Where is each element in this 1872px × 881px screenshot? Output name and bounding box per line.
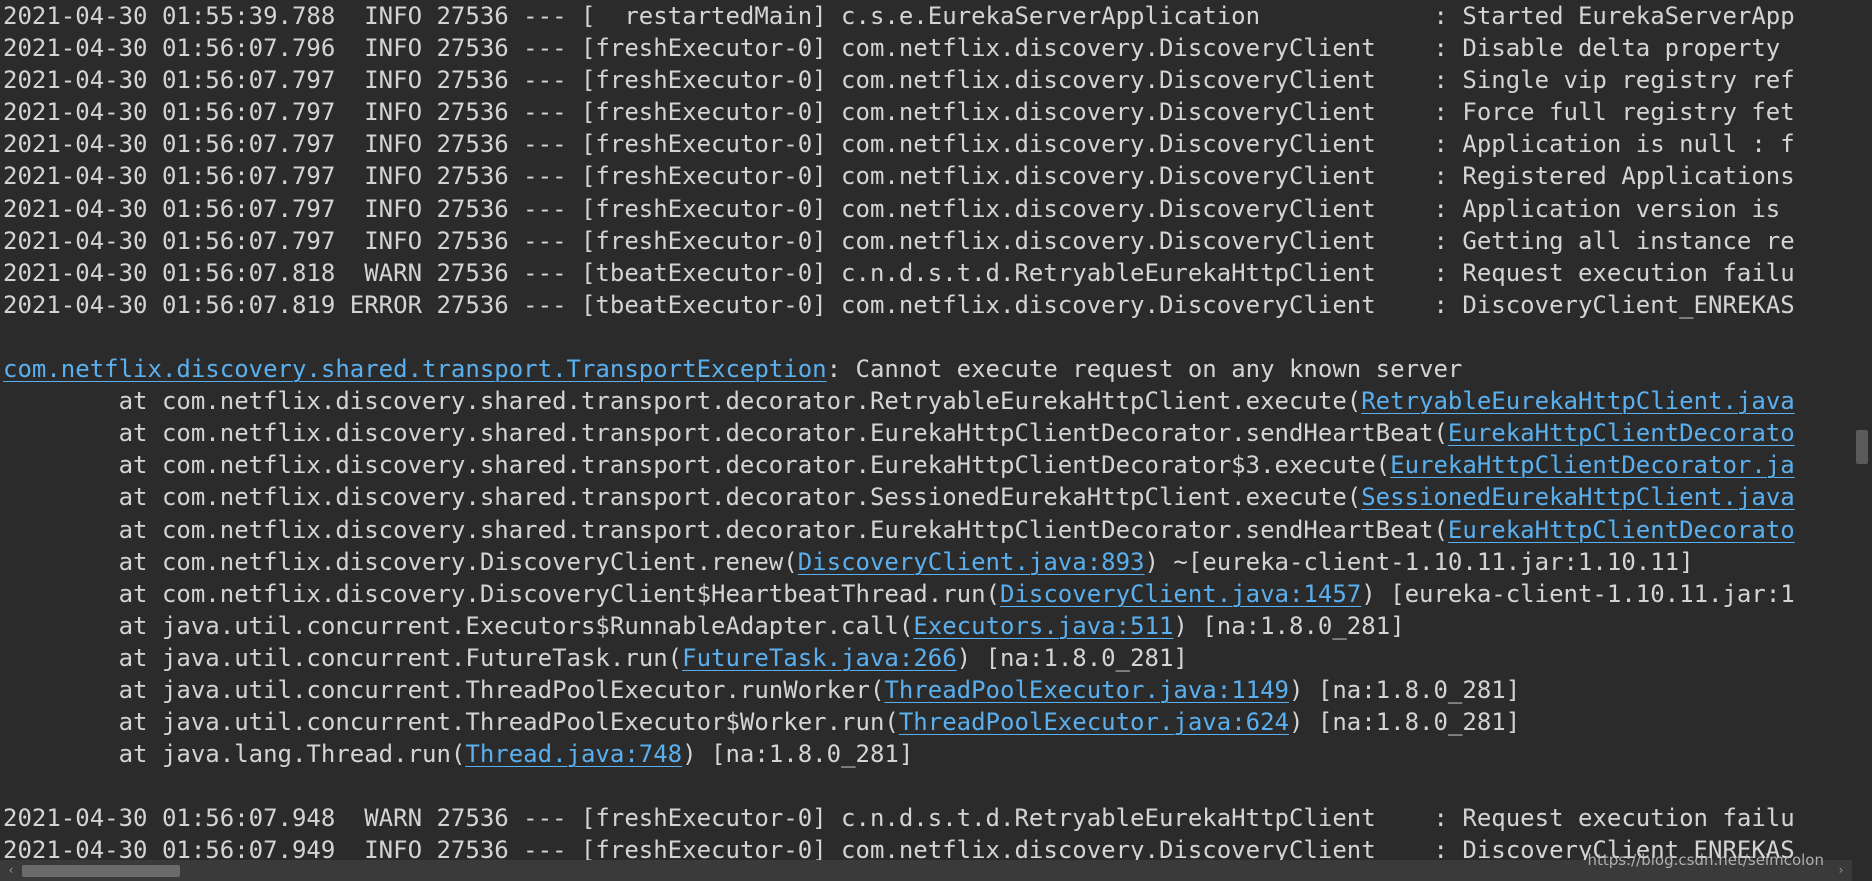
log-line: 2021-04-30 01:56:07.948 WARN 27536 --- […: [3, 802, 1795, 834]
log-line: 2021-04-30 01:56:07.796 INFO 27536 --- […: [3, 32, 1795, 64]
log-text: at java.util.concurrent.FutureTask.run(: [3, 643, 683, 672]
log-text: at java.util.concurrent.ThreadPoolExecut…: [3, 675, 885, 704]
log-line: 2021-04-30 01:56:07.818 WARN 27536 --- […: [3, 257, 1795, 289]
log-text: 2021-04-30 01:56:07.949 INFO 27536 --- […: [3, 836, 1795, 860]
log-text: 2021-04-30 01:56:07.797 INFO 27536 --- […: [3, 162, 1795, 191]
vertical-scrollbar[interactable]: [1852, 0, 1872, 860]
log-line: 2021-04-30 01:56:07.949 INFO 27536 --- […: [3, 834, 1795, 860]
log-text: ) [eureka-client-1.10.11.jar:1: [1361, 579, 1795, 608]
scrollbar-corner: [1852, 860, 1872, 881]
scroll-left-icon[interactable]: ‹: [2, 862, 20, 879]
log-text: ) [na:1.8.0_281]: [1288, 675, 1521, 704]
log-line: at java.util.concurrent.ThreadPoolExecut…: [3, 706, 1795, 738]
source-link[interactable]: ThreadPoolExecutor.java:1149: [884, 676, 1289, 704]
log-line: at com.netflix.discovery.shared.transpor…: [3, 514, 1795, 546]
log-text: ) [na:1.8.0_281]: [956, 643, 1188, 672]
log-line: at com.netflix.discovery.DiscoveryClient…: [3, 546, 1795, 578]
source-link[interactable]: DiscoveryClient.java:893: [798, 548, 1145, 576]
horizontal-scrollbar-thumb[interactable]: [22, 865, 180, 877]
log-text: 2021-04-30 01:56:07.948 WARN 27536 --- […: [3, 804, 1795, 833]
log-text: 2021-04-30 01:56:07.796 INFO 27536 --- […: [3, 34, 1781, 63]
source-link[interactable]: ThreadPoolExecutor.java:624: [899, 708, 1289, 736]
source-link[interactable]: EurekaHttpClientDecorato: [1448, 516, 1795, 544]
log-line: at com.netflix.discovery.shared.transpor…: [3, 481, 1795, 513]
log-text: 2021-04-30 01:56:07.797 INFO 27536 --- […: [3, 130, 1795, 159]
source-link[interactable]: DiscoveryClient.java:1457: [1000, 580, 1361, 608]
log-text: ) [na:1.8.0_281]: [1173, 611, 1405, 640]
log-text: at com.netflix.discovery.shared.transpor…: [3, 483, 1362, 512]
log-text: 2021-04-30 01:56:07.818 WARN 27536 --- […: [3, 258, 1795, 287]
log-line: 2021-04-30 01:56:07.797 INFO 27536 --- […: [3, 225, 1795, 257]
source-link[interactable]: FutureTask.java:266: [682, 644, 957, 672]
log-text: at com.netflix.discovery.DiscoveryClient…: [3, 579, 1000, 608]
log-text: 2021-04-30 01:56:07.797 INFO 27536 --- […: [3, 98, 1795, 127]
log-text: at java.util.concurrent.ThreadPoolExecut…: [3, 708, 899, 737]
log-text: 2021-04-30 01:56:07.819 ERROR 27536 --- …: [3, 290, 1795, 319]
log-line: at com.netflix.discovery.shared.transpor…: [3, 385, 1795, 417]
log-line: at com.netflix.discovery.shared.transpor…: [3, 449, 1795, 481]
log-text: at com.netflix.discovery.DiscoveryClient…: [3, 547, 798, 576]
log-text: 2021-04-30 01:56:07.797 INFO 27536 --- […: [3, 226, 1795, 255]
log-text: ) [na:1.8.0_281]: [1289, 708, 1521, 737]
source-link[interactable]: com.netflix.discovery.shared.transport.T…: [3, 355, 827, 383]
log-text: 2021-04-30 01:56:07.797 INFO 27536 --- […: [3, 194, 1781, 223]
vertical-scrollbar-thumb[interactable]: [1856, 430, 1868, 464]
log-line: at java.util.concurrent.Executors$Runnab…: [3, 610, 1795, 642]
log-text: ) ~[eureka-client-1.10.11.jar:1.10.11]: [1144, 547, 1694, 576]
log-line: 2021-04-30 01:56:07.797 INFO 27536 --- […: [3, 96, 1795, 128]
log-line: at java.lang.Thread.run(Thread.java:748)…: [3, 738, 1795, 770]
watermark: https://blog.csdn.net/seimcolon: [1587, 851, 1824, 869]
log-text: ) [na:1.8.0_281]: [682, 740, 914, 769]
scroll-right-icon[interactable]: ›: [1832, 862, 1850, 879]
log-line: 2021-04-30 01:56:07.819 ERROR 27536 --- …: [3, 289, 1795, 321]
horizontal-scrollbar[interactable]: ‹ ›: [0, 860, 1852, 881]
console-output[interactable]: 2021-04-30 01:55:39.788 INFO 27536 --- […: [0, 0, 1852, 860]
log-text: at com.netflix.discovery.shared.transpor…: [3, 515, 1448, 544]
log-line: 2021-04-30 01:55:39.788 INFO 27536 --- […: [3, 0, 1795, 32]
source-link[interactable]: EurekaHttpClientDecorato: [1448, 419, 1795, 447]
log-line: at com.netflix.discovery.shared.transpor…: [3, 417, 1795, 449]
log-text: at com.netflix.discovery.shared.transpor…: [3, 387, 1362, 416]
log-text: at java.util.concurrent.Executors$Runnab…: [3, 611, 914, 640]
log-line: at java.util.concurrent.FutureTask.run(F…: [3, 642, 1795, 674]
log-line: at java.util.concurrent.ThreadPoolExecut…: [3, 674, 1795, 706]
log-text: 2021-04-30 01:55:39.788 INFO 27536 --- […: [3, 2, 1795, 30]
source-link[interactable]: SessionedEurekaHttpClient.java: [1361, 483, 1794, 511]
log-line: 2021-04-30 01:56:07.797 INFO 27536 --- […: [3, 128, 1795, 160]
source-link[interactable]: EurekaHttpClientDecorator.ja: [1390, 451, 1795, 479]
source-link[interactable]: Thread.java:748: [465, 740, 682, 768]
log-text-area[interactable]: 2021-04-30 01:55:39.788 INFO 27536 --- […: [3, 0, 1795, 860]
log-text: 2021-04-30 01:56:07.797 INFO 27536 --- […: [3, 66, 1795, 95]
log-line: com.netflix.discovery.shared.transport.T…: [3, 353, 1795, 385]
log-text: at com.netflix.discovery.shared.transpor…: [3, 451, 1391, 480]
log-text: : Cannot execute request on any known se…: [826, 355, 1463, 384]
log-text: at java.lang.Thread.run(: [3, 740, 466, 769]
log-line: 2021-04-30 01:56:07.797 INFO 27536 --- […: [3, 64, 1795, 96]
log-line: 2021-04-30 01:56:07.797 INFO 27536 --- […: [3, 160, 1795, 192]
log-line: 2021-04-30 01:56:07.797 INFO 27536 --- […: [3, 193, 1795, 225]
source-link[interactable]: RetryableEurekaHttpClient.java: [1361, 387, 1794, 415]
log-line: at com.netflix.discovery.DiscoveryClient…: [3, 578, 1795, 610]
log-text: at com.netflix.discovery.shared.transpor…: [3, 419, 1448, 448]
source-link[interactable]: Executors.java:511: [913, 612, 1173, 640]
